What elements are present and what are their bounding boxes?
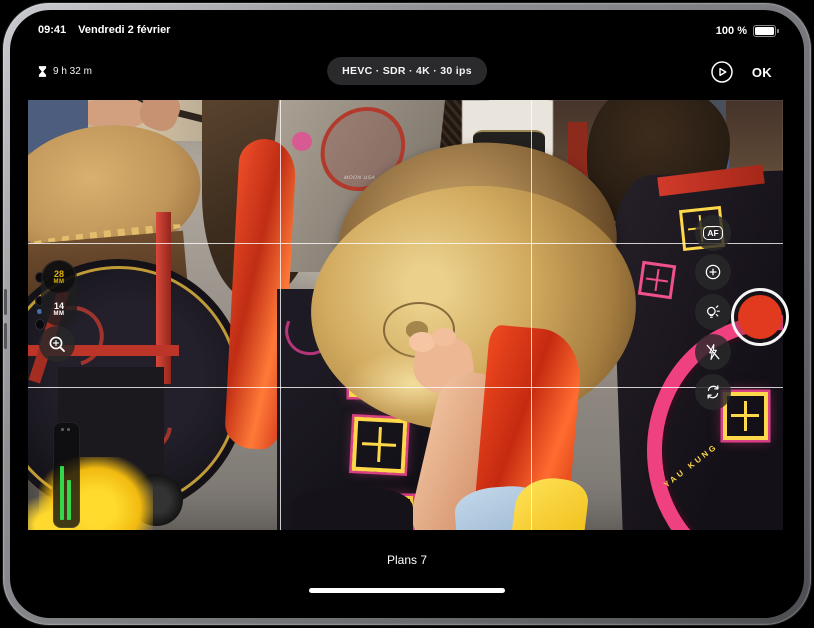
- camera-app-screen: 09:41 Vendredi 2 février 100 % 9 h 32 m …: [10, 10, 804, 618]
- switch-camera-button[interactable]: [695, 374, 731, 410]
- battery-percent: 100 %: [716, 25, 747, 37]
- volume-up-button[interactable]: [4, 289, 7, 315]
- status-bar-left: 09:41 Vendredi 2 février: [38, 24, 170, 36]
- ipad-frame: 09:41 Vendredi 2 février 100 % 9 h 32 m …: [3, 3, 811, 625]
- scene-drum-sensor-dot: [35, 319, 45, 330]
- lens-unit: MM: [54, 311, 65, 317]
- status-time: 09:41: [38, 24, 66, 36]
- lens-value: 28: [54, 270, 64, 279]
- meter-channel-dot: [67, 428, 70, 431]
- volume-down-button[interactable]: [4, 323, 7, 349]
- white-balance-button[interactable]: [695, 294, 731, 330]
- record-dot: [738, 295, 782, 339]
- exposure-button[interactable]: [695, 254, 731, 290]
- plus-circle-icon: [703, 262, 723, 282]
- flash-off-icon: [703, 342, 723, 362]
- ok-button[interactable]: OK: [746, 64, 778, 81]
- lens-option-28mm[interactable]: 28 MM: [43, 261, 75, 293]
- af-frame-icon: AF: [703, 226, 722, 241]
- rotate-arrows-icon: [703, 382, 723, 402]
- lens-unit: MM: [54, 279, 65, 285]
- scene-photo: MOON USA 柔 功: [28, 100, 783, 530]
- autofocus-button[interactable]: AF: [695, 215, 731, 251]
- format-badge-label: HEVC · SDR · 4K · 30 ips: [342, 65, 472, 77]
- time-remaining-label: 9 h 32 m: [53, 66, 92, 77]
- flash-button[interactable]: [695, 334, 731, 370]
- scene-costume-character: 功: [351, 417, 407, 473]
- lens-option-14mm[interactable]: 14 MM: [43, 293, 75, 325]
- zoom-button[interactable]: [39, 326, 75, 362]
- clips-counter: Plans 7: [10, 553, 804, 567]
- screenshot-root: { "status_bar": { "time": "09:41", "date…: [0, 0, 814, 628]
- scene-finger: [432, 328, 456, 346]
- status-bar-right: 100 %: [716, 25, 776, 37]
- play-circle-icon: [710, 60, 734, 84]
- camera-preview[interactable]: MOON USA 柔 功: [28, 100, 783, 530]
- scene-dark-knee: [292, 487, 413, 530]
- hourglass-icon: [38, 66, 47, 77]
- grid-line-horizontal: [28, 387, 783, 388]
- record-button[interactable]: [731, 288, 789, 346]
- lens-value: 14: [54, 302, 64, 311]
- status-date: Vendredi 2 février: [78, 24, 170, 36]
- grid-line-horizontal: [28, 243, 783, 244]
- magnifier-plus-icon: [47, 334, 67, 354]
- grid-line-vertical: [280, 100, 281, 530]
- review-last-clip-button[interactable]: [710, 60, 734, 84]
- format-badge[interactable]: HEVC · SDR · 4K · 30 ips: [327, 57, 487, 85]
- af-label: AF: [707, 228, 718, 238]
- meter-channel-dot: [61, 428, 64, 431]
- scene-pink-badge: [292, 132, 312, 151]
- audio-level-meter: [53, 422, 80, 528]
- light-bulb-icon: [703, 302, 723, 322]
- recording-time-remaining: 9 h 32 m: [38, 66, 92, 77]
- scene-ring-character: 門: [723, 392, 768, 439]
- lens-selector: 28 MM 14 MM: [41, 260, 77, 326]
- meter-bar-right: [67, 480, 71, 520]
- home-indicator[interactable]: [309, 588, 505, 593]
- scene-drum-stand-vertical: [156, 212, 171, 384]
- scene-costume-character: [637, 261, 675, 300]
- battery-icon: [753, 25, 776, 37]
- grid-line-vertical: [531, 100, 532, 530]
- meter-bar-left: [60, 466, 64, 520]
